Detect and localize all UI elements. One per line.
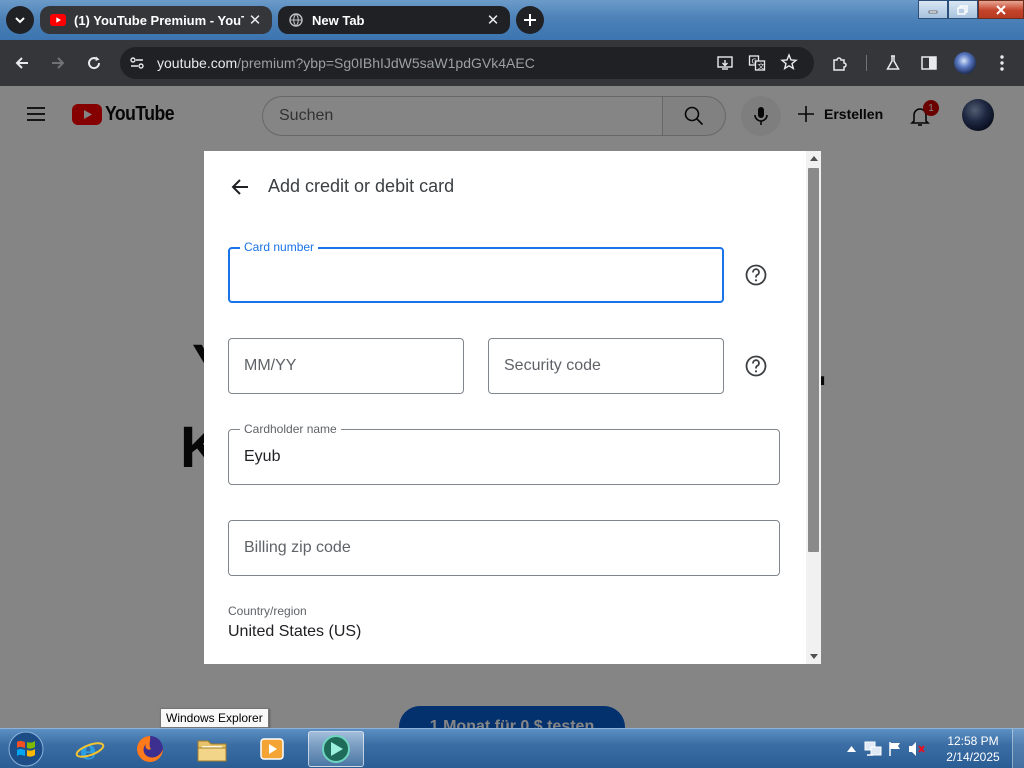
labs-button[interactable] [879,49,907,77]
chrome-window: (1) YouTube Premium - YouTube ✕ New Tab … [0,0,1024,728]
profile-avatar [954,52,976,74]
site-info-icon[interactable] [129,55,145,76]
browser-toolbar: youtube.com/premium?ybp=Sg0IBhIJdW5saW1p… [0,40,1024,86]
taskbar-windows-explorer[interactable] [184,731,240,767]
profile-button[interactable] [951,49,979,77]
side-panel-button[interactable] [915,49,943,77]
add-card-dialog: Add credit or debit card Card number Car… [204,151,821,664]
web-page: YouTube Erstellen 1 Y . K [0,86,1024,728]
expiry-field [228,338,464,394]
scroll-up-icon[interactable] [806,151,821,166]
close-icon [996,4,1006,15]
tab-youtube-premium[interactable]: (1) YouTube Premium - YouTube ✕ [40,6,272,34]
puzzle-icon [833,57,847,71]
restore-button[interactable] [948,0,978,19]
country-region-value[interactable]: United States (US) [228,623,361,641]
back-button[interactable] [228,175,252,199]
security-code-field [488,338,724,394]
youtube-favicon-icon [50,12,66,28]
card-number-input[interactable] [230,249,722,301]
kebab-menu-icon [1000,55,1004,71]
close-window-button[interactable] [978,0,1024,19]
flask-icon [886,55,900,70]
internet-explorer-icon: e [75,736,105,764]
reload-icon [88,56,101,70]
card-number-help-icon[interactable] [744,263,768,287]
tab-search-button[interactable] [6,6,34,34]
show-desktop-button[interactable] [1012,729,1024,768]
taskbar-tooltip: Windows Explorer [160,708,269,728]
close-tab-icon[interactable]: ✕ [244,9,266,31]
show-hidden-icons[interactable] [840,738,862,760]
taskbar-firefox[interactable] [122,731,178,767]
chevron-down-icon [15,17,25,24]
action-center-flag-icon[interactable] [884,738,906,760]
taskbar-media-player[interactable] [244,731,300,767]
reload-button[interactable] [80,49,108,77]
window-controls [918,0,1024,19]
tab-title: New Tab [312,12,365,28]
arrow-right-icon [52,57,65,69]
scroll-down-icon[interactable] [806,649,821,664]
side-panel-icon [921,56,937,70]
back-button[interactable] [8,49,36,77]
media-player-icon [260,738,284,760]
clock-date: 2/14/2025 [946,750,1000,764]
scrollbar-thumb[interactable] [808,168,819,552]
svg-text:e: e [80,736,97,764]
clock-time: 12:58 PM [947,734,999,748]
app-circle-icon [322,735,350,763]
install-app-icon[interactable] [716,54,734,77]
network-icon[interactable] [862,738,884,760]
dialog-title: Add credit or debit card [268,176,455,196]
extensions-button[interactable] [826,49,854,77]
taskbar-chrome-active[interactable] [308,731,364,767]
system-tray [840,729,928,768]
system-clock[interactable]: 12:58 PM 2/14/2025 [940,733,1006,765]
security-code-input[interactable] [489,339,723,393]
arrow-left-icon [231,179,248,195]
tab-title: (1) YouTube Premium - YouTube [74,12,244,28]
start-button[interactable] [4,731,48,767]
taskbar-internet-explorer[interactable]: e [62,731,118,767]
firefox-icon [137,736,163,762]
arrow-left-icon [15,57,28,69]
billing-zip-input[interactable] [229,521,779,575]
translate-icon[interactable]: G文 [748,54,766,77]
minimize-icon [928,10,938,13]
dialog-scrollbar[interactable] [806,151,821,664]
chrome-menu-button[interactable] [988,49,1016,77]
tab-strip: (1) YouTube Premium - YouTube ✕ New Tab … [0,0,1024,40]
folder-icon [197,740,227,762]
security-code-help-icon[interactable] [744,354,768,378]
globe-icon [288,12,304,28]
cardholder-name-field: Cardholder name [228,422,780,485]
expiry-input[interactable] [229,339,463,393]
url-path: /premium?ybp=Sg0IBhIJdW5saW1pdGVk4AEC [237,55,535,71]
bookmark-star-icon[interactable] [780,53,798,76]
windows-taskbar: e 12:58 PM 2/14/2025 [0,728,1024,768]
billing-zip-field [228,520,780,576]
close-tab-icon[interactable]: ✕ [482,9,504,31]
forward-button[interactable] [44,49,72,77]
cardholder-name-input[interactable] [229,430,779,484]
new-tab-button[interactable] [516,6,544,34]
address-bar[interactable]: youtube.com/premium?ybp=Sg0IBhIJdW5saW1p… [120,47,814,79]
country-region-label: Country/region [228,604,307,618]
svg-text:G: G [752,58,757,66]
volume-muted-icon[interactable] [906,738,928,760]
toolbar-divider [866,55,867,71]
svg-text:文: 文 [758,62,765,71]
minimize-button[interactable] [918,0,948,19]
card-number-field: Card number [228,240,724,303]
windows-logo-icon [8,731,44,767]
plus-icon [524,14,536,26]
url-text: youtube.com/premium?ybp=Sg0IBhIJdW5saW1p… [157,55,535,71]
url-host: youtube.com [157,55,238,71]
tab-new-tab[interactable]: New Tab ✕ [278,6,510,34]
restore-icon [957,4,968,15]
